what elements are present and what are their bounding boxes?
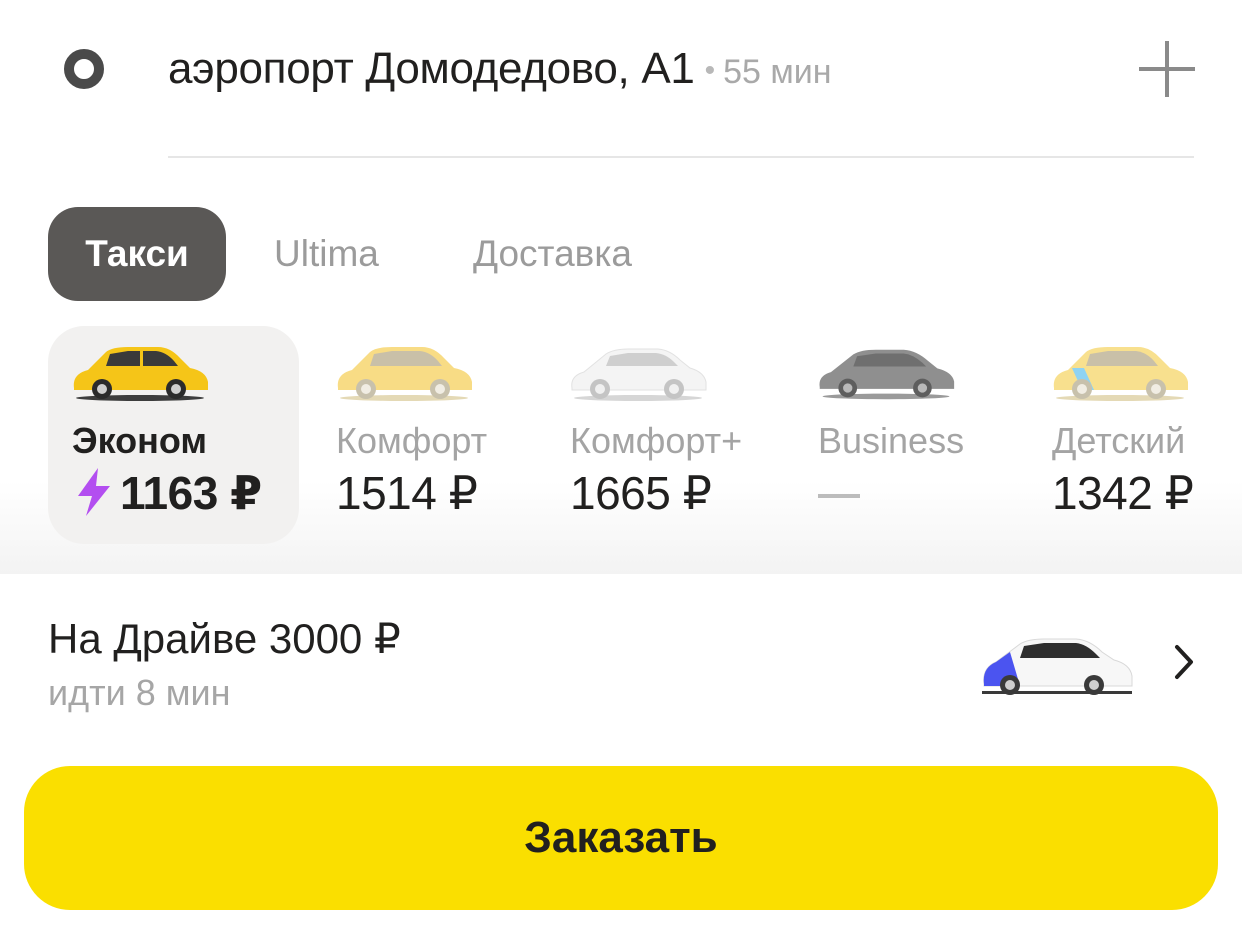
tariff-econom[interactable]: Эконом 1163 ₽ xyxy=(48,326,299,544)
tab-taxi[interactable]: Такси xyxy=(48,207,226,301)
lightning-icon xyxy=(78,468,110,516)
tab-delivery[interactable]: Доставка xyxy=(473,207,632,301)
destination-text[interactable]: аэропорт Домодедово, А1 • 55 мин xyxy=(168,44,832,94)
tariff-price: 1163 ₽ xyxy=(120,467,262,519)
price-unavailable-dash xyxy=(818,494,860,498)
drive-car-icon xyxy=(982,638,1133,695)
order-button[interactable]: Заказать xyxy=(24,766,1218,910)
ring-icon xyxy=(64,49,104,89)
tariff-price: 1342 ₽ xyxy=(1052,467,1194,519)
tariff-price: 1665 ₽ xyxy=(570,467,712,519)
tab-ultima[interactable]: Ultima xyxy=(274,207,379,301)
separator-dot: • xyxy=(704,54,716,87)
tariff-price: 1514 ₽ xyxy=(336,467,478,519)
tariff-name: Комфорт xyxy=(336,420,488,461)
tariff-name: Комфорт+ xyxy=(570,420,743,461)
destination-name: аэропорт Домодедово, А1 xyxy=(168,44,695,93)
tariff-comfort-plus[interactable]: Комфорт+ 1665 ₽ xyxy=(554,326,784,544)
car-comfort-icon xyxy=(337,347,472,401)
order-button-label: Заказать xyxy=(524,813,718,862)
tariff-business[interactable]: Business xyxy=(802,326,1012,544)
eta-label: 55 мин xyxy=(723,53,832,91)
divider xyxy=(168,156,1194,158)
tariff-name: Эконом xyxy=(72,420,208,461)
promo-subtitle: идти 8 мин xyxy=(48,672,231,713)
plus-icon[interactable] xyxy=(1139,41,1195,97)
tariff-kids[interactable]: Детский 1342 ₽ xyxy=(1036,326,1242,544)
chevron-right-icon[interactable] xyxy=(1168,642,1200,682)
car-kids-icon xyxy=(1053,347,1188,401)
tariff-name: Business xyxy=(818,420,965,461)
tariff-comfort[interactable]: Комфорт 1514 ₽ xyxy=(320,326,530,544)
tariff-name: Детский xyxy=(1052,420,1186,461)
car-econom-icon xyxy=(73,347,209,401)
promo-title: На Драйве 3000 ₽ xyxy=(48,615,401,662)
destination-row[interactable]: аэропорт Домодедово, А1 • 55 мин xyxy=(0,0,1242,158)
promo-drive-row[interactable]: На Драйве 3000 ₽ идти 8 мин xyxy=(0,574,1242,754)
car-business-icon xyxy=(819,349,955,400)
car-comfort-plus-icon xyxy=(571,348,707,401)
